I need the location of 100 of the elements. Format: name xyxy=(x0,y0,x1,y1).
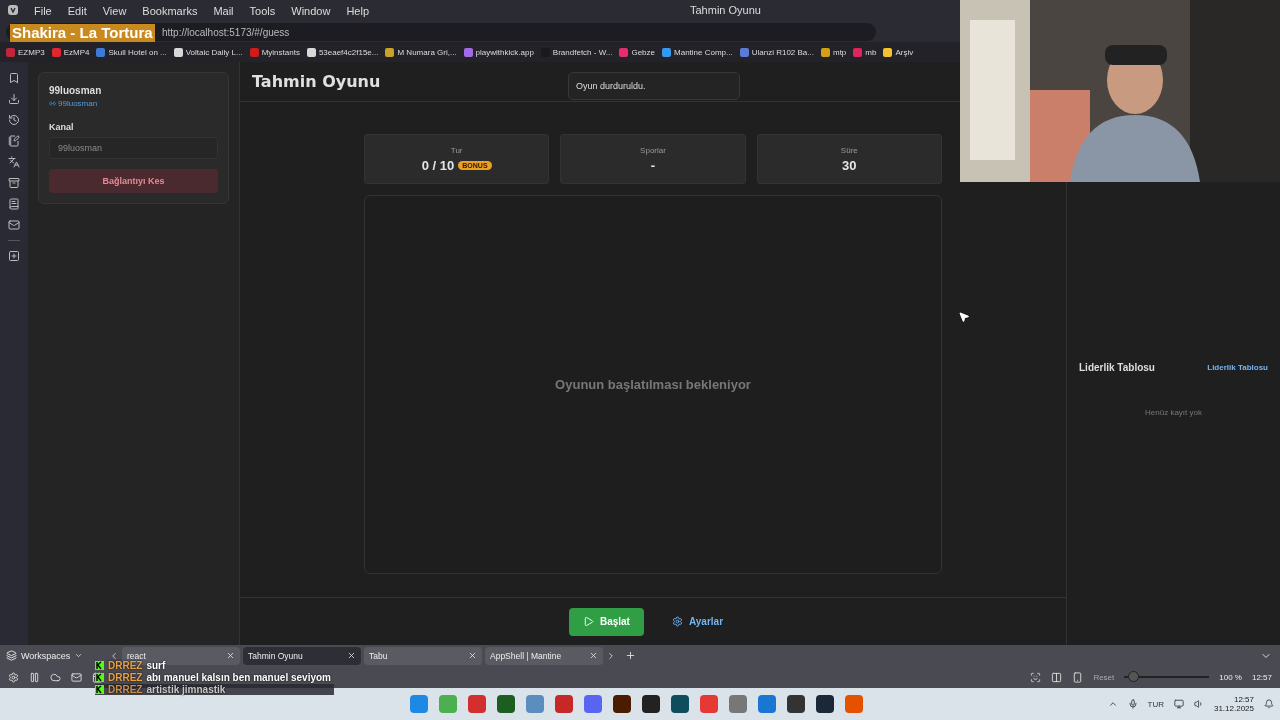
taskbar-app-icon[interactable] xyxy=(816,695,835,713)
stat-value: 30 xyxy=(842,157,857,173)
chevron-up-icon[interactable] xyxy=(1107,699,1118,709)
layers-icon xyxy=(6,650,17,661)
zoom-reading: 100 % xyxy=(1219,672,1242,682)
taskbar-app-icon[interactable] xyxy=(642,695,661,713)
chat-message: abı manuel kalsın ben manuel seviyom xyxy=(146,672,331,683)
close-icon[interactable] xyxy=(468,651,477,660)
link-icon xyxy=(49,100,56,107)
window-title: Tahmin Oyunu xyxy=(690,4,761,16)
chevron-left-icon[interactable] xyxy=(109,650,119,661)
browser-tab[interactable]: Tahmin Oyunu xyxy=(243,646,361,665)
archive-icon[interactable] xyxy=(8,177,20,189)
stat-label: Süre xyxy=(840,145,858,155)
pause-icon[interactable] xyxy=(29,671,40,683)
zoom-slider-thumb[interactable] xyxy=(1127,671,1139,682)
microphone-icon[interactable] xyxy=(1127,699,1138,709)
bookmark-item[interactable]: Brandfetch - W... xyxy=(540,47,613,57)
menu-item[interactable]: Tools xyxy=(241,5,284,17)
mail-icon[interactable] xyxy=(71,671,82,683)
leaderboard-title: Liderlik Tablosu xyxy=(1079,362,1155,373)
leaderboard-link[interactable]: Liderlik Tablosu xyxy=(1207,363,1268,372)
volume-icon[interactable] xyxy=(1193,699,1204,709)
bookmark-item[interactable]: mtp xyxy=(821,47,847,57)
bookmark-icon[interactable] xyxy=(8,72,20,84)
page-title: Tahmin Oyunu xyxy=(252,72,381,91)
browser-tab[interactable]: Tabu xyxy=(364,646,482,665)
stat-label: Tur xyxy=(450,145,463,155)
status-clock: 12:57 xyxy=(1251,672,1272,682)
capture-icon[interactable] xyxy=(1030,671,1042,683)
kick-icon xyxy=(95,685,104,694)
chevron-right-icon[interactable] xyxy=(606,650,616,661)
menu-item[interactable]: View xyxy=(94,5,135,17)
kick-icon xyxy=(95,661,104,670)
menu-item[interactable]: Bookmarks xyxy=(134,5,206,17)
play-icon xyxy=(582,616,594,627)
taskbar-clock[interactable]: 12:57 31.12.2025 xyxy=(1213,695,1254,713)
reset-button[interactable]: Reset xyxy=(1093,672,1115,682)
cloud-icon[interactable] xyxy=(50,671,61,683)
network-icon[interactable] xyxy=(1173,699,1184,709)
workspaces-button[interactable]: Workspaces xyxy=(6,650,106,661)
bookmark-item[interactable]: Skull Hotel on ... xyxy=(96,47,167,57)
bookmark-item[interactable]: playwithkick.app xyxy=(463,47,534,57)
notification-icon[interactable] xyxy=(1264,699,1274,709)
settings-button[interactable]: Ayarlar xyxy=(657,607,738,636)
bookmark-item[interactable]: Gebze xyxy=(619,47,655,57)
taskbar-app-icon[interactable] xyxy=(613,695,632,713)
bookmark-item[interactable]: 53eaef4c2f15e... xyxy=(306,47,379,57)
toast-notification: Oyun durduruldu. xyxy=(568,72,740,100)
close-icon[interactable] xyxy=(347,651,356,660)
chat-username: DRREZ xyxy=(108,672,143,683)
stat-value: - xyxy=(650,157,656,173)
language-indicator[interactable]: TUR xyxy=(1147,699,1164,709)
taskbar-app-icon[interactable] xyxy=(497,695,516,713)
bookmark-item[interactable]: Ulanzi R102 Ba... xyxy=(739,47,814,57)
bookmark-item[interactable]: Arşiv xyxy=(883,47,914,57)
close-icon[interactable] xyxy=(226,651,235,660)
menu-item[interactable]: Edit xyxy=(59,5,95,17)
book-icon[interactable] xyxy=(8,198,20,210)
taskbar-app-icon[interactable] xyxy=(671,695,690,713)
empty-message: Henüz kayıt yok xyxy=(1144,408,1203,417)
caret-icon xyxy=(74,651,84,660)
disconnect-button[interactable]: Bağlantıyı Kes xyxy=(49,169,218,193)
add-panel-icon[interactable] xyxy=(8,250,20,262)
browser-tab[interactable]: AppShell | Mantine xyxy=(485,646,603,665)
close-icon[interactable] xyxy=(589,651,598,660)
settings-icon[interactable] xyxy=(8,671,19,683)
channel-link[interactable]: 99luosman xyxy=(49,99,218,108)
split-view-icon[interactable] xyxy=(1051,671,1063,683)
stat-value: 0 / 10 xyxy=(421,157,455,173)
user-name: 99luosman xyxy=(49,85,103,96)
stat-label: Sporlar xyxy=(640,145,666,155)
waiting-message: Oyunun başlatılması bekleniyor xyxy=(555,377,751,392)
notes-icon[interactable] xyxy=(8,135,20,147)
mouse-cursor-icon xyxy=(958,311,970,323)
download-icon[interactable] xyxy=(8,93,20,105)
bookmark-item[interactable]: M Numara Gri,... xyxy=(385,47,457,57)
history-icon[interactable] xyxy=(8,114,20,126)
taskbar-app-icon[interactable] xyxy=(787,695,806,713)
vivaldi-logo-icon[interactable] xyxy=(8,5,18,17)
bookmark-item[interactable]: EzMP4 xyxy=(51,47,90,57)
mail-icon[interactable] xyxy=(8,219,20,231)
device-icon[interactable] xyxy=(1072,671,1084,683)
chat-username: DRREZ xyxy=(108,684,143,695)
menu-item[interactable]: Window xyxy=(283,5,339,17)
bookmark-item[interactable]: Mantine Comp... xyxy=(662,47,733,57)
field-label: Kanal xyxy=(49,122,75,132)
bookmark-item[interactable]: EZMP3 xyxy=(6,47,45,57)
bookmark-item[interactable]: mb xyxy=(853,47,877,57)
new-tab-icon[interactable] xyxy=(625,650,636,661)
menu-item[interactable]: File xyxy=(26,5,60,17)
menu-item[interactable]: Mail xyxy=(205,5,242,17)
bookmark-item[interactable]: Voltaic Daily L... xyxy=(173,47,243,57)
translate-icon[interactable] xyxy=(8,156,20,168)
kick-icon xyxy=(95,673,104,682)
menu-item[interactable]: Help xyxy=(338,5,377,17)
bookmark-item[interactable]: Myinstants xyxy=(249,47,300,57)
settings-icon xyxy=(671,616,683,627)
now-playing-label: Shakira - La Tortura xyxy=(10,24,155,42)
channel-input[interactable]: 99luosman xyxy=(49,137,218,159)
